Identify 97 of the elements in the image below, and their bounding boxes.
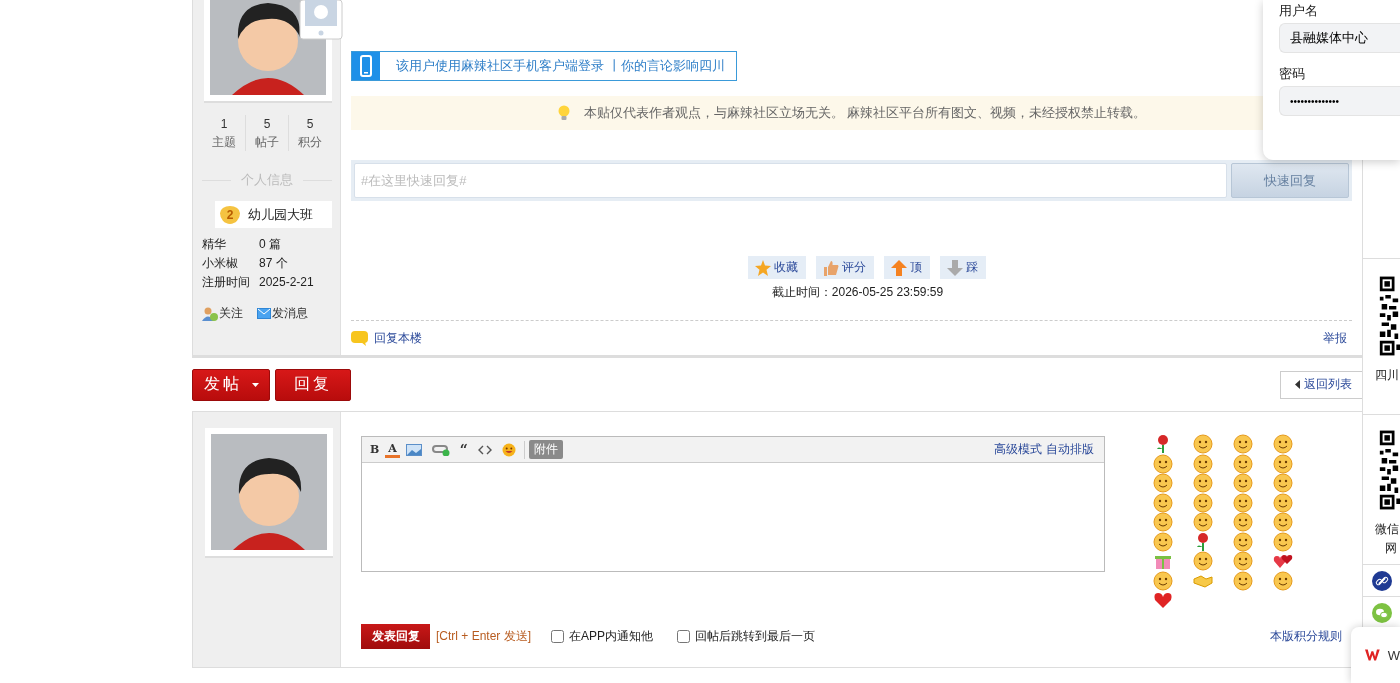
smiley-icon[interactable] <box>1233 434 1253 454</box>
envelope-icon <box>257 308 271 319</box>
submit-reply-button[interactable]: 发表回复 <box>361 624 430 649</box>
detail-value: 2025-2-21 <box>259 274 315 290</box>
quick-reply-field[interactable]: #在这里快速回复# <box>354 162 1227 199</box>
smiley-icon[interactable] <box>1273 492 1293 513</box>
smiley-icon[interactable] <box>1193 492 1213 513</box>
rank-title: 幼儿园大班 <box>248 205 313 224</box>
up-button[interactable]: 顶 <box>883 256 930 280</box>
message-link[interactable]: 发消息 <box>257 305 308 322</box>
follow-link[interactable]: 关注 <box>202 305 243 322</box>
password-label: 密码 <box>1279 65 1306 83</box>
detail-label: 小米椒 <box>202 255 239 271</box>
smiley-icon <box>501 442 516 457</box>
reply-floor-link[interactable]: 回复本楼 <box>351 329 422 347</box>
smiley-icon[interactable] <box>1193 512 1213 532</box>
smiley-icon[interactable] <box>1233 453 1253 474</box>
smiley-icon[interactable] <box>1233 551 1253 571</box>
quote-button[interactable]: “ <box>455 439 472 460</box>
smiley-icon[interactable] <box>1273 453 1293 474</box>
notification-text: W <box>1387 647 1400 663</box>
smiley-icon[interactable] <box>1193 453 1213 474</box>
notice-text: 本贴仅代表作者观点，与麻辣社区立场无关。 麻辣社区平台所有图文、视频，未经授权禁止转载。 <box>583 103 1147 122</box>
editor-mode-link[interactable]: 高级模式 <box>994 441 1042 458</box>
smiley-icon[interactable] <box>1153 512 1173 532</box>
qr-caption: 四川 <box>1375 367 1400 384</box>
qr-caption: 网 <box>1385 540 1398 557</box>
smiley-icon[interactable] <box>1273 434 1293 454</box>
smiley-icon[interactable] <box>1273 531 1293 552</box>
caret-icon <box>1295 380 1300 389</box>
up-arrow-icon <box>890 259 907 276</box>
shortcut-hint: [Ctrl + Enter 发送] <box>436 628 532 645</box>
stat-value: 5 <box>306 116 314 133</box>
smiley-icon[interactable] <box>1193 473 1213 493</box>
text-color-button[interactable]: A <box>385 441 400 458</box>
stat-label: 积分 <box>298 134 322 151</box>
smiley-icon[interactable] <box>1233 512 1253 532</box>
bold-button[interactable]: B <box>366 439 384 460</box>
star-icon <box>754 259 771 276</box>
credit-rules-link[interactable]: 本版积分规则 <box>1270 628 1342 645</box>
lightbulb-icon <box>556 104 571 121</box>
stat-label: 帖子 <box>255 134 279 151</box>
qr-caption: 微信 <box>1375 521 1400 538</box>
code-icon <box>477 444 492 455</box>
person-add-icon <box>202 306 218 321</box>
stat-value: 1 <box>220 116 228 133</box>
smiley-icon[interactable] <box>1153 453 1173 474</box>
phone-icon <box>360 55 372 77</box>
banner-text: 该用户使用麻辣社区手机客户端登录 丨你的言论影响四川 <box>395 57 726 75</box>
checkbox[interactable] <box>551 630 565 643</box>
rate-button[interactable]: 评分 <box>815 256 874 280</box>
option-label: 在APP内通知他 <box>569 628 654 645</box>
stat-value: 5 <box>263 116 271 133</box>
deadline-text: 截止时间：2026-05-25 23:59:59 <box>770 284 945 302</box>
image-icon <box>405 443 422 456</box>
avatar-icon <box>210 0 326 95</box>
detail-value: 87 个 <box>259 255 289 271</box>
back-to-list-link[interactable]: 返回列表 <box>1280 370 1362 399</box>
smiley-icon[interactable] <box>1193 434 1213 454</box>
smiley-icon[interactable] <box>1153 570 1173 591</box>
heart-icon[interactable] <box>1153 590 1173 610</box>
detail-label: 精华 <box>202 236 227 252</box>
smiley-icon[interactable] <box>1273 570 1293 591</box>
smiley-icon[interactable] <box>1233 531 1253 552</box>
favorite-button[interactable]: 收藏 <box>747 256 806 280</box>
smiley-icon[interactable] <box>1273 512 1293 532</box>
smiley-icon[interactable] <box>1193 551 1213 571</box>
detail-value: 0 篇 <box>259 236 282 252</box>
username-label: 用户名 <box>1279 2 1319 20</box>
thumbs-up-icon <box>822 259 839 276</box>
password-field[interactable]: •••••••••••••• <box>1279 86 1400 116</box>
new-post-button[interactable]: 发帖 <box>192 368 270 401</box>
smiley-icon[interactable] <box>1153 492 1173 513</box>
down-arrow-icon <box>946 259 963 276</box>
chat-icon <box>1372 602 1392 623</box>
smiley-icon[interactable] <box>1153 531 1173 552</box>
editor-mode-link[interactable]: 自动排版 <box>1046 441 1094 458</box>
report-link[interactable]: 举报 <box>1323 329 1347 347</box>
w-logo-icon <box>1365 649 1380 661</box>
reply-button[interactable]: 回复 <box>275 368 351 401</box>
smiley-icon[interactable] <box>1153 473 1173 493</box>
checkbox[interactable] <box>677 630 691 643</box>
detail-label: 注册时间 <box>202 274 251 290</box>
link-icon <box>1372 570 1392 591</box>
rank-level-badge: 2 <box>220 205 240 224</box>
stat-label: 主题 <box>212 134 236 151</box>
smiley-icon[interactable] <box>1273 473 1293 493</box>
down-button[interactable]: 踩 <box>939 256 986 280</box>
smiley-icon[interactable] <box>1233 570 1253 591</box>
smiley-icon[interactable] <box>1233 492 1253 513</box>
option-label: 回帖后跳转到最后一页 <box>695 628 816 645</box>
username-field[interactable]: 县融媒体中心 <box>1279 23 1400 53</box>
smiley-icon[interactable] <box>1233 473 1253 493</box>
avatar-icon <box>211 434 327 550</box>
link-icon <box>431 443 450 456</box>
speech-bubble-icon <box>351 330 368 346</box>
caret-icon <box>251 382 259 387</box>
